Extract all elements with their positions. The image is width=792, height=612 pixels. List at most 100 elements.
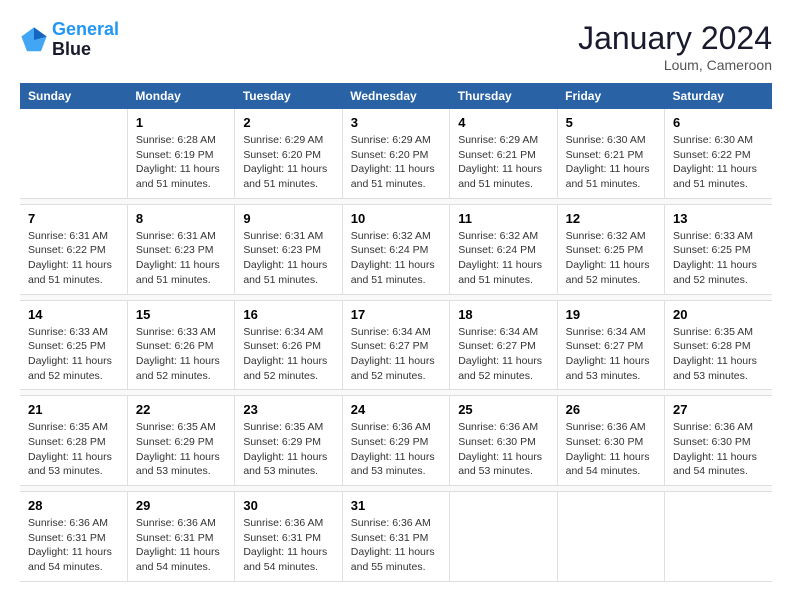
day-number: 18 [458, 307, 548, 322]
day-info: Sunrise: 6:36 AMSunset: 6:31 PMDaylight:… [243, 516, 333, 575]
day-number: 16 [243, 307, 333, 322]
day-number: 20 [673, 307, 764, 322]
day-info: Sunrise: 6:29 AMSunset: 6:21 PMDaylight:… [458, 133, 548, 192]
day-info: Sunrise: 6:30 AMSunset: 6:21 PMDaylight:… [566, 133, 656, 192]
header-cell-saturday: Saturday [665, 83, 772, 109]
day-info: Sunrise: 6:36 AMSunset: 6:30 PMDaylight:… [566, 420, 656, 479]
logo-icon [20, 26, 48, 54]
calendar-cell: 21 Sunrise: 6:35 AMSunset: 6:28 PMDayligh… [20, 396, 127, 486]
day-number: 11 [458, 211, 548, 226]
day-number: 24 [351, 402, 441, 417]
calendar-table: SundayMondayTuesdayWednesdayThursdayFrid… [20, 83, 772, 582]
day-info: Sunrise: 6:29 AMSunset: 6:20 PMDaylight:… [243, 133, 333, 192]
calendar-cell: 25 Sunrise: 6:36 AMSunset: 6:30 PMDayligh… [450, 396, 557, 486]
header-cell-sunday: Sunday [20, 83, 127, 109]
calendar-cell: 24 Sunrise: 6:36 AMSunset: 6:29 PMDayligh… [342, 396, 449, 486]
day-number: 28 [28, 498, 119, 513]
day-number: 25 [458, 402, 548, 417]
day-number: 23 [243, 402, 333, 417]
day-info: Sunrise: 6:33 AMSunset: 6:26 PMDaylight:… [136, 325, 226, 384]
page-header: General Blue January 2024 Loum, Cameroon [20, 20, 772, 73]
calendar-week-1: 1 Sunrise: 6:28 AMSunset: 6:19 PMDaylight… [20, 109, 772, 198]
calendar-cell [665, 492, 772, 582]
day-info: Sunrise: 6:35 AMSunset: 6:29 PMDaylight:… [136, 420, 226, 479]
calendar-cell: 5 Sunrise: 6:30 AMSunset: 6:21 PMDaylight… [557, 109, 664, 198]
day-info: Sunrise: 6:33 AMSunset: 6:25 PMDaylight:… [28, 325, 119, 384]
calendar-cell: 1 Sunrise: 6:28 AMSunset: 6:19 PMDaylight… [127, 109, 234, 198]
header-cell-thursday: Thursday [450, 83, 557, 109]
day-info: Sunrise: 6:36 AMSunset: 6:30 PMDaylight:… [458, 420, 548, 479]
calendar-cell [450, 492, 557, 582]
calendar-week-2: 7Sunrise: 6:31 AMSunset: 6:22 PMDaylight… [20, 204, 772, 294]
day-number: 4 [458, 115, 548, 130]
calendar-body: 1 Sunrise: 6:28 AMSunset: 6:19 PMDaylight… [20, 109, 772, 581]
day-number: 26 [566, 402, 656, 417]
calendar-cell: 9 Sunrise: 6:31 AMSunset: 6:23 PMDaylight… [235, 204, 342, 294]
day-info: Sunrise: 6:29 AMSunset: 6:20 PMDaylight:… [351, 133, 441, 192]
day-number: 17 [351, 307, 441, 322]
day-number: 29 [136, 498, 226, 513]
day-info: Sunrise: 6:33 AMSunset: 6:25 PMDaylight:… [673, 229, 764, 288]
day-info: Sunrise: 6:34 AMSunset: 6:27 PMDaylight:… [351, 325, 441, 384]
header-cell-monday: Monday [127, 83, 234, 109]
calendar-cell: 22 Sunrise: 6:35 AMSunset: 6:29 PMDayligh… [127, 396, 234, 486]
day-number: 30 [243, 498, 333, 513]
day-number: 14 [28, 307, 119, 322]
calendar-cell: 15 Sunrise: 6:33 AMSunset: 6:26 PMDayligh… [127, 300, 234, 390]
calendar-cell [20, 109, 127, 198]
calendar-cell: 7Sunrise: 6:31 AMSunset: 6:22 PMDaylight… [20, 204, 127, 294]
calendar-cell: 16 Sunrise: 6:34 AMSunset: 6:26 PMDayligh… [235, 300, 342, 390]
day-number: 27 [673, 402, 764, 417]
calendar-cell: 26 Sunrise: 6:36 AMSunset: 6:30 PMDayligh… [557, 396, 664, 486]
calendar-cell: 14 Sunrise: 6:33 AMSunset: 6:25 PMDayligh… [20, 300, 127, 390]
calendar-cell: 2Sunrise: 6:29 AMSunset: 6:20 PMDaylight… [235, 109, 342, 198]
day-number: 8 [136, 211, 226, 226]
calendar-cell: 19 Sunrise: 6:34 AMSunset: 6:27 PMDayligh… [557, 300, 664, 390]
calendar-cell: 20 Sunrise: 6:35 AMSunset: 6:28 PMDayligh… [665, 300, 772, 390]
calendar-cell: 6Sunrise: 6:30 AMSunset: 6:22 PMDaylight… [665, 109, 772, 198]
day-number: 22 [136, 402, 226, 417]
location-subtitle: Loum, Cameroon [578, 57, 772, 73]
day-info: Sunrise: 6:34 AMSunset: 6:27 PMDaylight:… [566, 325, 656, 384]
day-number: 10 [351, 211, 441, 226]
calendar-cell: 23Sunrise: 6:35 AMSunset: 6:29 PMDayligh… [235, 396, 342, 486]
day-number: 19 [566, 307, 656, 322]
calendar-cell: 17 Sunrise: 6:34 AMSunset: 6:27 PMDayligh… [342, 300, 449, 390]
calendar-cell: 30 Sunrise: 6:36 AMSunset: 6:31 PMDayligh… [235, 492, 342, 582]
day-info: Sunrise: 6:35 AMSunset: 6:28 PMDaylight:… [673, 325, 764, 384]
day-info: Sunrise: 6:28 AMSunset: 6:19 PMDaylight:… [136, 133, 226, 192]
day-info: Sunrise: 6:36 AMSunset: 6:31 PMDaylight:… [28, 516, 119, 575]
day-info: Sunrise: 6:36 AMSunset: 6:31 PMDaylight:… [351, 516, 441, 575]
day-number: 3 [351, 115, 441, 130]
calendar-cell: 29 Sunrise: 6:36 AMSunset: 6:31 PMDayligh… [127, 492, 234, 582]
day-info: Sunrise: 6:32 AMSunset: 6:24 PMDaylight:… [351, 229, 441, 288]
day-number: 6 [673, 115, 764, 130]
calendar-cell: 8Sunrise: 6:31 AMSunset: 6:23 PMDaylight… [127, 204, 234, 294]
calendar-cell: 11 Sunrise: 6:32 AMSunset: 6:24 PMDayligh… [450, 204, 557, 294]
day-number: 31 [351, 498, 441, 513]
day-number: 5 [566, 115, 656, 130]
day-info: Sunrise: 6:36 AMSunset: 6:30 PMDaylight:… [673, 420, 764, 479]
day-number: 1 [136, 115, 226, 130]
calendar-cell [557, 492, 664, 582]
day-info: Sunrise: 6:35 AMSunset: 6:28 PMDaylight:… [28, 420, 119, 479]
day-number: 9 [243, 211, 333, 226]
calendar-cell: 27 Sunrise: 6:36 AMSunset: 6:30 PMDayligh… [665, 396, 772, 486]
calendar-cell: 10 Sunrise: 6:32 AMSunset: 6:24 PMDayligh… [342, 204, 449, 294]
day-info: Sunrise: 6:31 AMSunset: 6:23 PMDaylight:… [243, 229, 333, 288]
day-number: 15 [136, 307, 226, 322]
day-info: Sunrise: 6:32 AMSunset: 6:24 PMDaylight:… [458, 229, 548, 288]
calendar-cell: 28 Sunrise: 6:36 AMSunset: 6:31 PMDayligh… [20, 492, 127, 582]
calendar-cell: 18Sunrise: 6:34 AMSunset: 6:27 PMDayligh… [450, 300, 557, 390]
calendar-header: SundayMondayTuesdayWednesdayThursdayFrid… [20, 83, 772, 109]
day-info: Sunrise: 6:36 AMSunset: 6:31 PMDaylight:… [136, 516, 226, 575]
day-info: Sunrise: 6:34 AMSunset: 6:26 PMDaylight:… [243, 325, 333, 384]
header-cell-tuesday: Tuesday [235, 83, 342, 109]
day-info: Sunrise: 6:32 AMSunset: 6:25 PMDaylight:… [566, 229, 656, 288]
day-info: Sunrise: 6:36 AMSunset: 6:29 PMDaylight:… [351, 420, 441, 479]
logo-text: General Blue [52, 20, 119, 60]
day-number: 21 [28, 402, 119, 417]
header-row: SundayMondayTuesdayWednesdayThursdayFrid… [20, 83, 772, 109]
header-cell-wednesday: Wednesday [342, 83, 449, 109]
calendar-week-5: 28 Sunrise: 6:36 AMSunset: 6:31 PMDayligh… [20, 492, 772, 582]
